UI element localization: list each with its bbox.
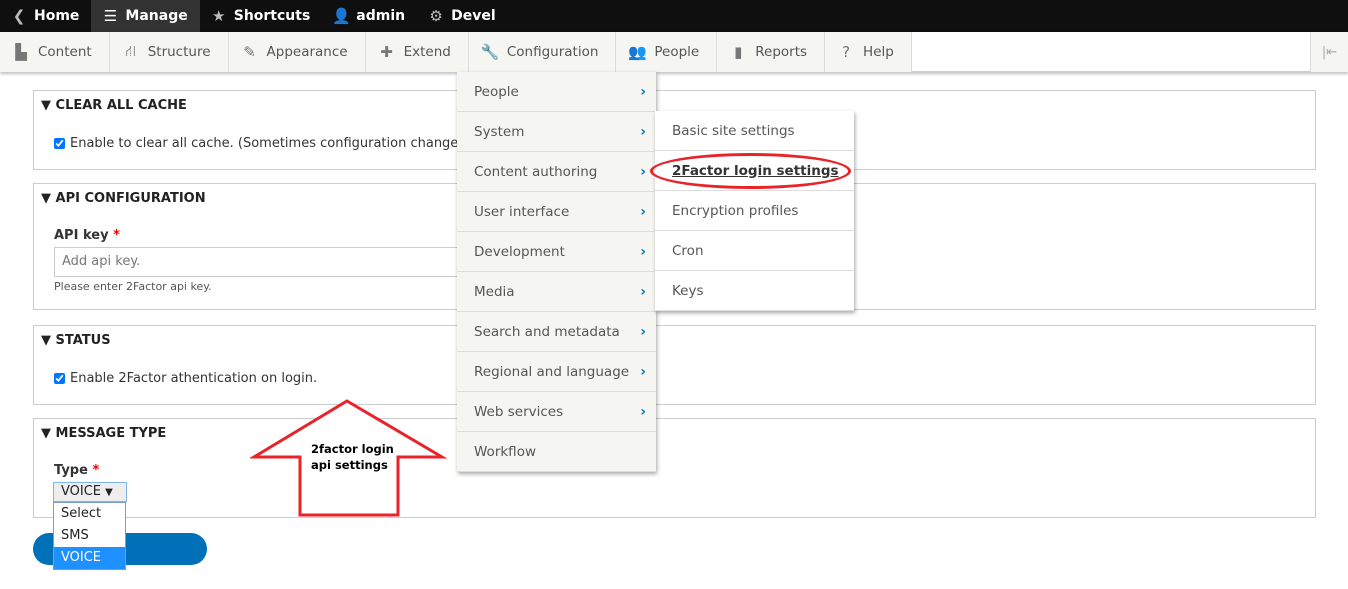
message-type-legend: ▼ Message type (41, 426, 167, 441)
submenu-basic-site-settings[interactable]: Basic site settings (655, 111, 854, 151)
brush-icon: ✎ (243, 43, 256, 61)
document-icon: ▙ (15, 43, 27, 61)
admin-toolbar: ❮ Home ☰ Manage ★ Shortcuts 👤 admin ⚙ Devel (0, 0, 1348, 32)
type-select[interactable]: VOICE ▼ (53, 482, 127, 502)
config-menu-regional[interactable]: Regional and language › (457, 352, 656, 392)
people-icon: 👥 (628, 43, 647, 61)
highlight-ellipse (650, 153, 851, 189)
chevron-right-icon: › (640, 163, 646, 180)
submenu-encryption-profiles[interactable]: Encryption profiles (655, 191, 854, 231)
chevron-right-icon: › (640, 243, 646, 260)
tray-content[interactable]: ▙ Content (0, 32, 110, 72)
enable-2factor-checkbox[interactable]: Enable 2Factor athentication on login. (54, 371, 317, 386)
api-config-legend: ▼ API configuration (41, 191, 206, 206)
manage-tray: ▙ Content ⛙ Structure ✎ Appearance ✚ Extend … (0, 32, 1348, 72)
type-label: Type * (54, 463, 100, 478)
toolbar-devel[interactable]: ⚙ Devel (417, 0, 508, 32)
chevron-right-icon: › (640, 283, 646, 300)
status-fieldset: ▼ Status Enable 2Factor athentication on… (33, 325, 1316, 405)
system-submenu: Basic site settings 2Factor login settin… (655, 111, 854, 311)
config-menu-people[interactable]: People › (457, 72, 656, 112)
toolbar-home[interactable]: ❮ Home (0, 0, 91, 32)
chevron-right-icon: › (640, 123, 646, 140)
chevron-right-icon: › (640, 203, 646, 220)
tray-appearance[interactable]: ✎ Appearance (228, 32, 366, 72)
type-option-sms[interactable]: SMS (54, 525, 125, 547)
puzzle-icon: ✚ (380, 43, 393, 61)
user-icon: 👤 (331, 7, 351, 25)
tray-configuration[interactable]: 🔧 Configuration (468, 32, 617, 72)
type-option-voice[interactable]: VOICE (54, 547, 125, 569)
api-key-input[interactable]: Add api key. (54, 247, 474, 277)
enable-2factor-check[interactable] (54, 373, 65, 384)
type-option-select[interactable]: Select (54, 503, 125, 525)
config-menu-development[interactable]: Development › (457, 232, 656, 272)
clear-cache-legend: ▼ Clear all cache (41, 98, 187, 113)
chevron-right-icon: › (640, 323, 646, 340)
gear-icon: ⚙ (429, 7, 443, 25)
chevron-right-icon: › (640, 363, 646, 380)
wrench-icon: 🔧 (480, 43, 500, 61)
tray-help[interactable]: ? Help (825, 32, 912, 72)
sitemap-icon: ⛙ (125, 42, 136, 60)
back-circle-icon: ❮ (12, 7, 26, 25)
config-menu-workflow[interactable]: Workflow (457, 432, 656, 472)
tray-people[interactable]: 👥 People (616, 32, 718, 72)
dropdown-arrow-icon: ▼ (105, 487, 113, 498)
submenu-keys[interactable]: Keys (655, 271, 854, 311)
config-menu-content-authoring[interactable]: Content authoring › (457, 152, 656, 192)
tray-reports[interactable]: ▮ Reports (717, 32, 826, 72)
collapse-tray-button[interactable]: |⇤ (1310, 32, 1348, 72)
bar-chart-icon: ▮ (734, 43, 743, 61)
config-menu-media[interactable]: Media › (457, 272, 656, 312)
toolbar-manage[interactable]: ☰ Manage (91, 0, 200, 32)
config-menu-search[interactable]: Search and metadata › (457, 312, 656, 352)
tray-extend[interactable]: ✚ Extend (365, 32, 469, 72)
submenu-cron[interactable]: Cron (655, 231, 854, 271)
clear-cache-checkbox[interactable]: Enable to clear all cache. (Sometimes co… (54, 136, 477, 151)
tray-structure[interactable]: ⛙ Structure (109, 32, 229, 72)
menu-icon: ☰ (103, 7, 118, 25)
config-menu-web-services[interactable]: Web services › (457, 392, 656, 432)
toolbar-shortcuts[interactable]: ★ Shortcuts (200, 0, 323, 32)
collapse-icon: |⇤ (1321, 44, 1338, 60)
api-key-label: API key * (54, 228, 120, 243)
config-menu-user-interface[interactable]: User interface › (457, 192, 656, 232)
chevron-right-icon: › (640, 403, 646, 420)
status-legend: ▼ Status (41, 333, 111, 348)
toolbar-user[interactable]: 👤 admin (322, 0, 417, 32)
api-key-description: Please enter 2Factor api key. (54, 280, 212, 293)
type-options-list: Select SMS VOICE (53, 502, 126, 570)
help-icon: ? (842, 43, 851, 61)
message-type-fieldset: ▼ Message type Type * (33, 418, 1316, 518)
chevron-right-icon: › (640, 83, 646, 100)
star-icon: ★ (212, 7, 226, 25)
annotation-text: 2factor login api settings (311, 442, 394, 472)
configuration-menu: People › System › Content authoring › User … (457, 72, 656, 472)
config-menu-system[interactable]: System › (457, 112, 656, 152)
clear-cache-check[interactable] (54, 138, 65, 149)
